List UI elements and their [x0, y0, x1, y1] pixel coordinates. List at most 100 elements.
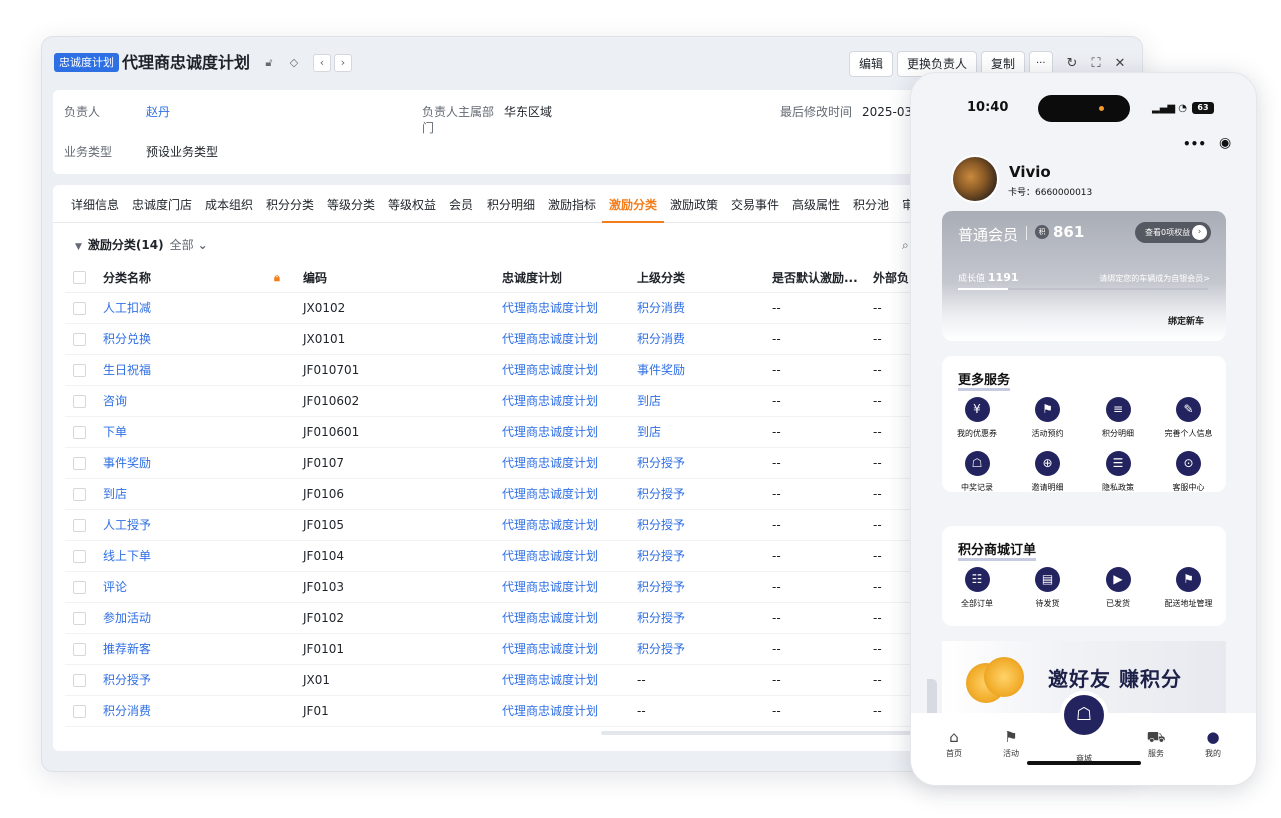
services-item[interactable]: ≡ 积分明细: [1083, 397, 1153, 439]
cell-name[interactable]: 积分兑换: [103, 324, 151, 354]
table-row[interactable]: 下单 JF010601 代理商忠诚度计划 到店 -- --: [65, 417, 953, 448]
bind-new-car-button[interactable]: 绑定新车: [1168, 314, 1204, 327]
tabbar-mine[interactable]: ● 我的: [1193, 726, 1233, 759]
services-item[interactable]: ⚑ 活动预约: [1013, 397, 1083, 439]
tab-incentive-policy[interactable]: 激励政策: [670, 185, 718, 223]
cell-plan[interactable]: 代理商忠诚度计划: [502, 603, 598, 633]
tabbar-service[interactable]: ⛟ 服务: [1136, 726, 1176, 759]
tab-level-benefits[interactable]: 等级权益: [388, 185, 436, 223]
filter-dropdown[interactable]: 全部: [170, 238, 194, 252]
table-row[interactable]: 事件奖励 JF0107 代理商忠诚度计划 积分授予 -- --: [65, 448, 953, 479]
cell-plan[interactable]: 代理商忠诚度计划: [502, 510, 598, 540]
table-row[interactable]: 线上下单 JF0104 代理商忠诚度计划 积分授予 -- --: [65, 541, 953, 572]
cell-plan[interactable]: 代理商忠诚度计划: [502, 448, 598, 478]
tag-icon[interactable]: ◇: [286, 55, 302, 71]
row-checkbox[interactable]: [73, 395, 86, 408]
cell-name[interactable]: 参加活动: [103, 603, 151, 633]
horizontal-scrollbar[interactable]: [601, 731, 953, 735]
tab-points-category[interactable]: 积分分类: [266, 185, 314, 223]
tabbar-mall-button[interactable]: ☖: [1060, 691, 1108, 739]
cell-plan[interactable]: 代理商忠诚度计划: [502, 665, 598, 695]
chevron-down-icon[interactable]: ⌄: [198, 238, 208, 252]
cell-plan[interactable]: 代理商忠诚度计划: [502, 386, 598, 416]
table-row[interactable]: 推荐新客 JF0101 代理商忠诚度计划 积分授予 -- --: [65, 634, 953, 665]
tab-points-detail[interactable]: 积分明细: [487, 185, 535, 223]
row-checkbox[interactable]: [73, 457, 86, 470]
orders-item[interactable]: ☷ 全部订单: [942, 567, 1012, 609]
cell-plan[interactable]: 代理商忠诚度计划: [502, 572, 598, 602]
table-row[interactable]: 咨询 JF010602 代理商忠诚度计划 到店 -- --: [65, 386, 953, 417]
cell-parent[interactable]: 积分授予: [637, 510, 685, 540]
col-plan[interactable]: 忠诚度计划: [502, 267, 562, 289]
col-parent[interactable]: 上级分类: [637, 267, 685, 289]
table-row[interactable]: 积分授予 JX01 代理商忠诚度计划 -- -- --: [65, 665, 953, 696]
select-all-checkbox[interactable]: [73, 271, 86, 284]
edit-button[interactable]: 编辑: [849, 51, 894, 77]
cell-name[interactable]: 咨询: [103, 386, 127, 416]
cell-plan[interactable]: 代理商忠诚度计划: [502, 479, 598, 509]
services-item[interactable]: ⊕ 邀请明细: [1013, 451, 1083, 493]
bind-tip-link[interactable]: 请绑定您的车辆成为自银会员>: [1099, 273, 1210, 284]
close-icon[interactable]: ✕: [1111, 55, 1129, 73]
orders-item[interactable]: ▤ 待发货: [1013, 567, 1083, 609]
services-item[interactable]: ¥ 我的优惠券: [942, 397, 1012, 439]
row-checkbox[interactable]: [73, 705, 86, 718]
cell-plan[interactable]: 代理商忠诚度计划: [502, 417, 598, 447]
cell-parent[interactable]: 积分消费: [637, 293, 685, 323]
cell-name[interactable]: 评论: [103, 572, 127, 602]
tab-loyalty-stores[interactable]: 忠诚度门店: [132, 185, 192, 223]
cell-name[interactable]: 线上下单: [103, 541, 151, 571]
row-checkbox[interactable]: [73, 550, 86, 563]
cell-parent[interactable]: 积分授予: [637, 448, 685, 478]
row-checkbox[interactable]: [73, 674, 86, 687]
col-default[interactable]: 是否默认激励...: [772, 267, 862, 289]
cell-parent[interactable]: 积分授予: [637, 479, 685, 509]
refresh-icon[interactable]: ↻: [1063, 55, 1081, 73]
table-row[interactable]: 人工扣减 JX0102 代理商忠诚度计划 积分消费 -- --: [65, 293, 953, 324]
cell-parent[interactable]: 到店: [637, 386, 661, 416]
tab-incentive-category[interactable]: 激励分类: [602, 185, 665, 223]
tab-transaction-events[interactable]: 交易事件: [731, 185, 779, 223]
cell-name[interactable]: 生日祝福: [103, 355, 151, 385]
cell-name[interactable]: 到店: [103, 479, 127, 509]
menu-dots-icon[interactable]: •••: [1183, 137, 1206, 151]
tab-level-category[interactable]: 等级分类: [327, 185, 375, 223]
cell-name[interactable]: 积分消费: [103, 696, 151, 726]
row-checkbox[interactable]: [73, 519, 86, 532]
col-name[interactable]: 分类名称: [103, 267, 151, 289]
row-checkbox[interactable]: [73, 364, 86, 377]
search-icon[interactable]: ⌕: [902, 238, 909, 253]
tab-points-pool[interactable]: 积分池: [853, 185, 889, 223]
cell-parent[interactable]: 积分授予: [637, 634, 685, 664]
tab-cost-org[interactable]: 成本组织: [205, 185, 253, 223]
cell-plan[interactable]: 代理商忠诚度计划: [502, 355, 598, 385]
next-record-button[interactable]: ›: [334, 54, 352, 72]
table-row[interactable]: 人工授予 JF0105 代理商忠诚度计划 积分授予 -- --: [65, 510, 953, 541]
cell-name[interactable]: 积分授予: [103, 665, 151, 695]
cell-parent[interactable]: 积分授予: [637, 541, 685, 571]
unlock-icon[interactable]: 🔓︎: [261, 55, 277, 71]
tab-incentive-metrics[interactable]: 激励指标: [548, 185, 596, 223]
row-checkbox[interactable]: [73, 426, 86, 439]
table-row[interactable]: 到店 JF0106 代理商忠诚度计划 积分授予 -- --: [65, 479, 953, 510]
collapse-caret-icon[interactable]: ▼: [75, 239, 82, 255]
cell-plan[interactable]: 代理商忠诚度计划: [502, 324, 598, 354]
cell-name[interactable]: 人工授予: [103, 510, 151, 540]
row-checkbox[interactable]: [73, 488, 86, 501]
cell-name[interactable]: 推荐新客: [103, 634, 151, 664]
orders-item[interactable]: ▶ 已发货: [1083, 567, 1153, 609]
services-item[interactable]: ☖ 中奖记录: [942, 451, 1012, 493]
cell-parent[interactable]: 积分授予: [637, 603, 685, 633]
tabbar-home[interactable]: ⌂ 首页: [934, 726, 974, 759]
cell-name[interactable]: 下单: [103, 417, 127, 447]
section-header[interactable]: ▼ 激励分类(14) 全部 ⌄: [75, 237, 208, 255]
col-code[interactable]: 编码: [303, 267, 327, 289]
cell-name[interactable]: 事件奖励: [103, 448, 151, 478]
orders-item[interactable]: ⚑ 配送地址管理: [1154, 567, 1224, 609]
cell-plan[interactable]: 代理商忠诚度计划: [502, 634, 598, 664]
cell-parent[interactable]: 事件奖励: [637, 355, 685, 385]
services-item[interactable]: ✎ 完善个人信息: [1154, 397, 1224, 439]
mini-program-capsule[interactable]: ••• ◉: [1167, 131, 1239, 159]
table-row[interactable]: 积分兑换 JX0101 代理商忠诚度计划 积分消费 -- --: [65, 324, 953, 355]
row-checkbox[interactable]: [73, 612, 86, 625]
